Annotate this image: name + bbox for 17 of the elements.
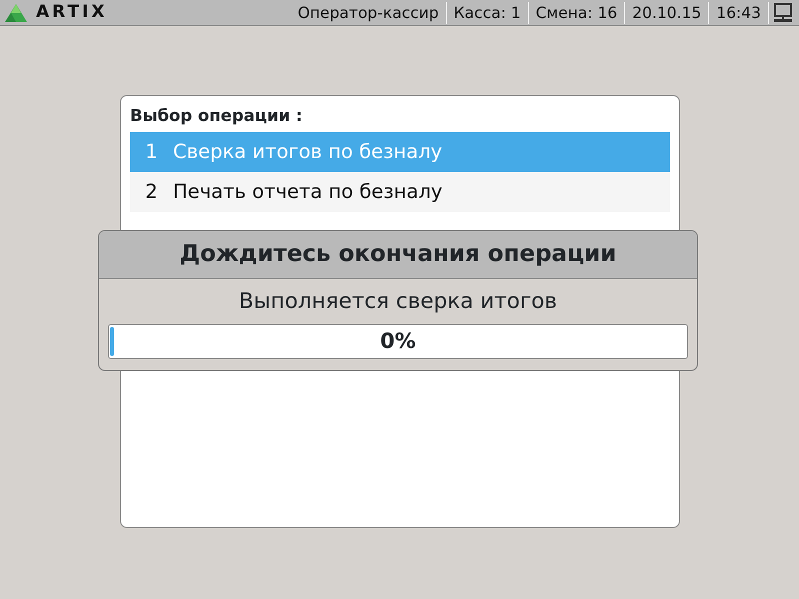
status-field: Смена: 16 — [528, 2, 624, 24]
dialog-message: Выполняется сверка итогов — [238, 290, 558, 314]
panel-title: Выбор операции : — [130, 105, 304, 127]
item-label: Печать отчета по безналу — [173, 179, 442, 206]
item-label: Сверка итогов по безналу — [173, 139, 442, 166]
item-number: 1 — [144, 139, 159, 166]
network-monitor-icon[interactable] — [773, 2, 793, 22]
menu-item[interactable]: 2 Печать отчета по безналу — [130, 172, 670, 212]
item-number: 2 — [144, 179, 159, 206]
status-field: 16:43 — [708, 2, 768, 24]
status-field: Оператор-кассир — [290, 2, 446, 24]
status-field: Касса: 1 — [446, 2, 528, 24]
triangle-logo-icon — [4, 2, 28, 22]
dialog-title: Дождитесь окончания операции — [99, 231, 697, 279]
status-field: 20.10.15 — [624, 2, 708, 24]
progress-reading: 0% — [380, 328, 416, 355]
logo-text: ARTIX — [36, 0, 108, 24]
